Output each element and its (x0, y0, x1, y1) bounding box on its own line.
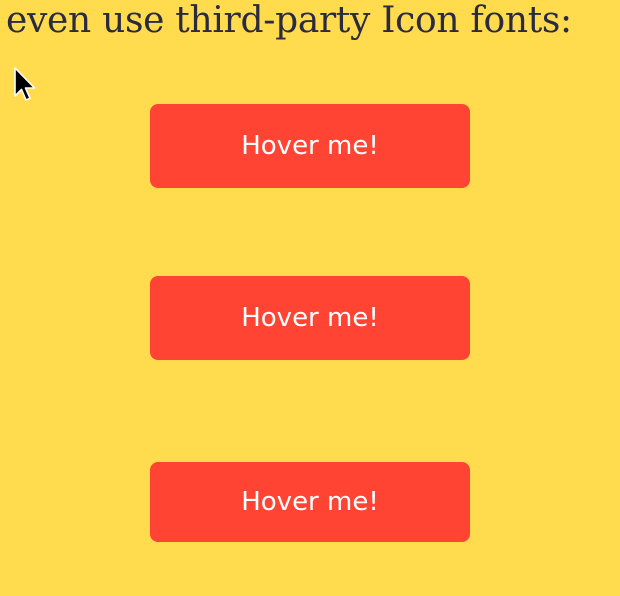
hover-button-2[interactable]: Hover me! (150, 276, 470, 360)
page-heading: even use third-party Icon fonts: (6, 0, 572, 41)
hover-button-1[interactable]: Hover me! (150, 104, 470, 188)
hover-button-3[interactable]: Hover me! (150, 462, 470, 542)
mouse-pointer-icon (14, 67, 36, 101)
